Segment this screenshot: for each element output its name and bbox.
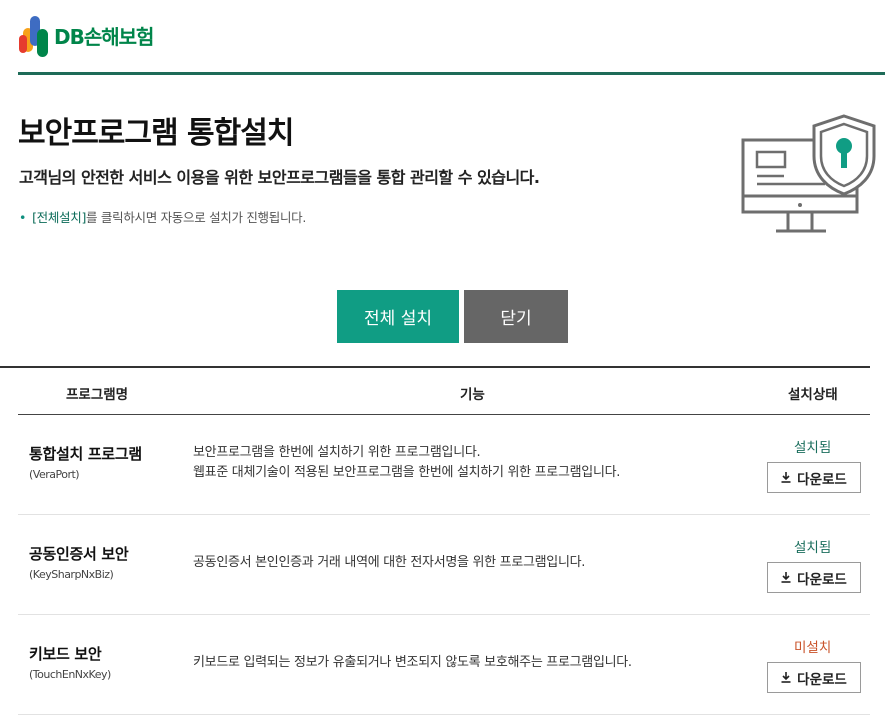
header-function: 기능 [460, 387, 485, 403]
program-module: (VeraPort) [29, 468, 80, 481]
table-row: 공동인증서 보안 (KeySharpNxBiz) 공동인증서 본인인증과 거래 … [18, 515, 870, 615]
note-highlight: [전체설치] [32, 210, 87, 225]
program-name: 공동인증서 보안 [29, 545, 129, 563]
download-button[interactable]: 다운로드 [767, 462, 861, 493]
header-divider [18, 72, 885, 75]
download-label: 다운로드 [797, 471, 847, 488]
download-label: 다운로드 [797, 671, 847, 688]
table-row: 키보드 보안 (TouchEnNxKey) 키보드로 입력되는 정보가 유출되거… [18, 615, 870, 715]
status-badge: 미설치 [794, 640, 832, 656]
program-module: (KeySharpNxBiz) [29, 568, 114, 581]
download-icon [781, 672, 791, 683]
table-header: 프로그램명 기능 설치상태 [18, 366, 870, 415]
download-label: 다운로드 [797, 571, 847, 588]
program-description-line: 보안프로그램을 한번에 설치하기 위한 프로그램입니다. [193, 445, 481, 460]
header-program-name: 프로그램명 [66, 387, 129, 403]
header-install-status: 설치상태 [788, 387, 838, 403]
status-badge: 설치됨 [794, 540, 832, 556]
logo-text: DB손해보험 [54, 25, 154, 49]
page-title: 보안프로그램 통합설치 [18, 116, 294, 151]
program-module: (TouchEnNxKey) [29, 668, 111, 681]
program-description-line: 키보드로 입력되는 정보가 유출되거나 변조되지 않도록 보호해주는 프로그램입… [193, 655, 632, 670]
computer-shield-lock-icon [740, 112, 880, 240]
note-text: 를 클릭하시면 자동으로 설치가 진행됩니다. [86, 210, 307, 225]
install-note: • [전체설치]를 클릭하시면 자동으로 설치가 진행됩니다. [19, 207, 306, 226]
status-badge: 설치됨 [794, 440, 832, 456]
program-name: 통합설치 프로그램 [29, 445, 142, 463]
page-subtitle: 고객님의 안전한 서비스 이용을 위한 보안프로그램들을 통합 관리할 수 있습… [19, 168, 540, 187]
program-table: 프로그램명 기능 설치상태 통합설치 프로그램 (VeraPort) 보안프로그… [18, 366, 885, 715]
table-row: 통합설치 프로그램 (VeraPort) 보안프로그램을 한번에 설치하기 위한… [18, 415, 870, 515]
db-logo-icon [19, 16, 48, 57]
install-all-button[interactable]: 전체 설치 [337, 290, 459, 343]
download-icon [781, 472, 791, 483]
program-description-line: 공동인증서 본인인증과 거래 내역에 대한 전자서명을 위한 프로그램입니다. [193, 555, 586, 570]
download-button[interactable]: 다운로드 [767, 562, 861, 593]
bullet-icon: • [19, 210, 27, 225]
program-description-line: 웹표준 대체기술이 적용된 보안프로그램을 한번에 설치하기 위한 프로그램입니… [193, 465, 621, 480]
download-button[interactable]: 다운로드 [767, 662, 861, 693]
download-icon [781, 572, 791, 583]
close-button[interactable]: 닫기 [464, 290, 568, 343]
db-insurance-logo[interactable]: DB손해보험 [17, 16, 154, 58]
page-header: DB손해보험 [0, 0, 885, 75]
program-name: 키보드 보안 [29, 645, 102, 663]
